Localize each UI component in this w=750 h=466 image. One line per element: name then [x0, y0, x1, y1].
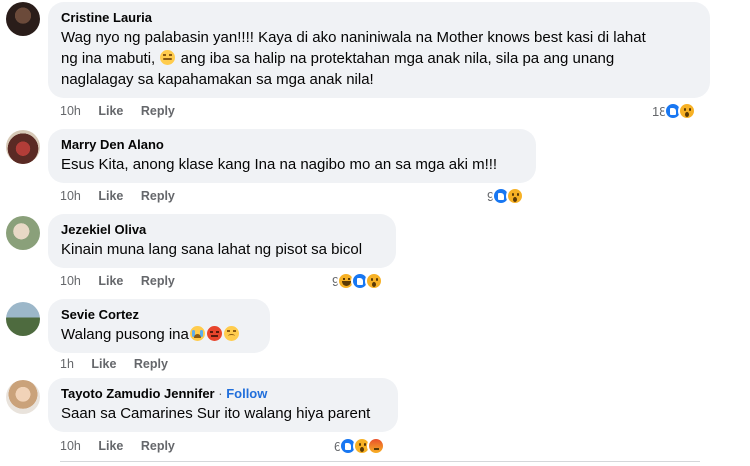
comment-bubble: Tayoto Zamudio Jennifer · Follow Saan sa… [48, 378, 398, 432]
reply-button[interactable]: Reply [141, 189, 175, 203]
angry-emoji-icon [206, 326, 222, 341]
grimace-emoji-icon [160, 50, 176, 65]
reply-button[interactable]: Reply [141, 104, 175, 118]
avatar[interactable] [6, 302, 40, 336]
comment-time[interactable]: 10h [60, 189, 81, 203]
avatar[interactable] [6, 380, 40, 414]
comment-text: Wag nyo ng palabasin yan!!!! Kaya di ako… [61, 29, 646, 88]
comment-bubble: Marry Den Alano Esus Kita, anong klase k… [48, 129, 536, 183]
avatar[interactable] [6, 130, 40, 164]
comment-text: Esus Kita, anong klase kang Ina na nagib… [61, 156, 498, 173]
frown-emoji-icon [223, 326, 239, 341]
comment-author[interactable]: Cristine Lauria [61, 9, 698, 27]
like-button[interactable]: Like [98, 104, 123, 118]
comment-time[interactable]: 10h [60, 439, 81, 453]
like-button[interactable]: Like [98, 439, 123, 453]
like-button[interactable]: Like [98, 189, 123, 203]
comment-author[interactable]: Jezekiel Oliva [61, 221, 384, 239]
reaction-summary[interactable]: 9 [332, 272, 384, 290]
comment-text: Walang pusong ina [61, 324, 258, 345]
avatar[interactable] [6, 2, 40, 36]
comment-time[interactable]: 10h [60, 274, 81, 288]
wow-icon [506, 187, 525, 205]
separator: · [218, 386, 223, 401]
comment-author[interactable]: Marry Den Alano [61, 136, 524, 154]
reply-button[interactable]: Reply [141, 274, 175, 288]
reply-button[interactable]: Reply [134, 357, 168, 371]
comment-bubble: Sevie Cortez Walang pusong ina [48, 299, 270, 353]
comment-text: Kinain muna lang sana lahat ng pisot sa … [61, 241, 363, 258]
comment-time[interactable]: 10h [60, 104, 81, 118]
angry-icon [367, 437, 386, 455]
reaction-summary[interactable]: 6 [334, 437, 386, 455]
reaction-summary[interactable]: 9 [487, 187, 525, 205]
comment-bubble: Jezekiel Oliva Kinain muna lang sana lah… [48, 214, 396, 268]
comment-bubble: Cristine Lauria Wag nyo ng palabasin yan… [48, 2, 710, 98]
comment-time[interactable]: 1h [60, 357, 74, 371]
like-button[interactable]: Like [98, 274, 123, 288]
comment-author: Tayoto Zamudio Jennifer · Follow [61, 385, 386, 403]
comment-text: Saan sa Camarines Sur ito walang hiya pa… [61, 405, 371, 422]
comment-actions: 10h Like Reply [60, 439, 189, 453]
comment-actions: 10h Like Reply [60, 189, 189, 203]
wow-icon [678, 102, 697, 120]
divider [60, 461, 700, 462]
reaction-summary[interactable]: 18 [652, 102, 697, 120]
wow-icon [365, 272, 384, 290]
crying-emoji-icon [189, 326, 205, 341]
comment-actions: 10h Like Reply [60, 104, 189, 118]
comment-actions: 10h Like Reply [60, 274, 189, 288]
like-button[interactable]: Like [91, 357, 116, 371]
comment-author[interactable]: Sevie Cortez [61, 306, 258, 324]
follow-button[interactable]: Follow [226, 386, 267, 401]
avatar[interactable] [6, 216, 40, 250]
reply-button[interactable]: Reply [141, 439, 175, 453]
comment-author-name[interactable]: Tayoto Zamudio Jennifer [61, 386, 215, 401]
comment-actions: 1h Like Reply [60, 357, 182, 371]
